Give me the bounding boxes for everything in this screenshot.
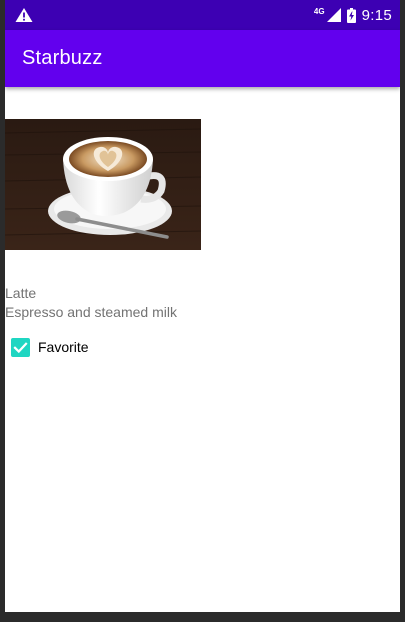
check-icon [13,341,28,353]
drink-name: Latte [5,285,37,301]
status-icons: 4G 9:15 [314,0,392,30]
network-type-label: 4G [313,6,325,16]
device-frame: 4G 9:15 Starbuzz Latte Espresso and stea… [0,0,405,622]
status-bar: 4G 9:15 [5,0,400,30]
favorite-checkbox[interactable]: Favorite [11,336,89,358]
screen: 4G 9:15 Starbuzz Latte Espresso and stea… [5,0,400,612]
warning-icon [15,8,33,22]
clock: 9:15 [361,6,392,24]
favorite-label: Favorite [38,339,89,355]
app-title: Starbuzz [22,47,103,69]
app-bar: Starbuzz [5,30,400,87]
checkbox-checked-icon[interactable] [11,337,30,357]
drink-description: Espresso and steamed milk [5,304,177,320]
battery-icon [346,7,356,23]
drink-image [5,119,201,250]
signal-icon [326,8,341,22]
latte-photo [5,119,201,250]
